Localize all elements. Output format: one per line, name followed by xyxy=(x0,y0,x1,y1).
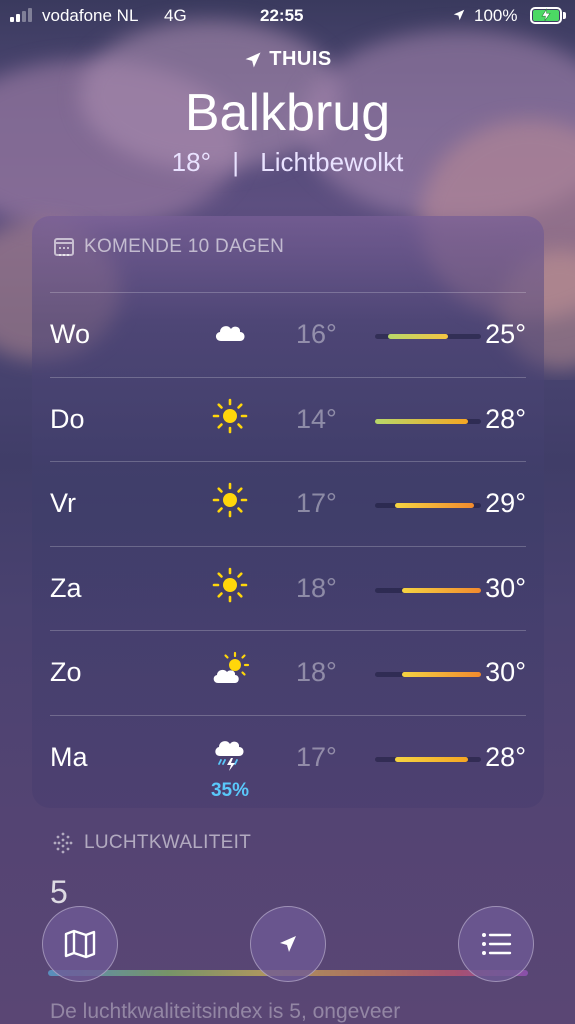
forecast-row[interactable]: Ma 35% 17° 28° xyxy=(50,714,526,801)
precipitation-chance: 35% xyxy=(210,779,250,801)
forecast-high: 28° xyxy=(485,403,526,434)
thunderstorm-icon xyxy=(210,734,250,774)
forecast-row[interactable]: Vr 17° 29° xyxy=(50,461,526,545)
temperature-range-track xyxy=(375,334,481,339)
forecast-low: 16° xyxy=(296,319,337,349)
forecast-row[interactable]: Do 14° 28° xyxy=(50,376,526,461)
forecast-day: Ma xyxy=(50,741,88,772)
current-condition-text: Lichtbewolkt xyxy=(260,147,404,177)
location-label-row: THUIS xyxy=(0,48,575,71)
status-time: 22:55 xyxy=(260,6,304,25)
air-quality-title: LUCHTKWALITEIT xyxy=(84,832,252,853)
forecast-row[interactable]: Zo 18° 30° xyxy=(50,630,526,714)
location-arrow-icon xyxy=(245,52,261,67)
temperature-range-bar xyxy=(401,672,481,677)
forecast-low: 17° xyxy=(296,488,337,518)
network-type: 4G xyxy=(164,6,187,25)
forecast-day: Zo xyxy=(50,657,82,687)
forecast-day: Do xyxy=(50,403,85,434)
calendar-icon xyxy=(54,238,74,256)
forecast-day: Wo xyxy=(50,319,91,349)
air-quality-icon xyxy=(53,832,73,854)
location-header: THUIS Balkbrug 18° | Lichtbewolkt xyxy=(0,48,575,178)
forecast-panel-title: KOMENDE 10 DAGEN xyxy=(84,236,285,257)
status-bar: vodafone NL 4G 22:55 100% xyxy=(0,0,575,34)
map-button[interactable] xyxy=(42,906,118,982)
forecast-low: 18° xyxy=(296,657,337,687)
sun-icon xyxy=(210,565,250,605)
temperature-range-bar xyxy=(394,756,468,762)
sun-icon xyxy=(210,396,250,436)
carrier-name: vodafone NL xyxy=(42,6,139,25)
temperature-range-track xyxy=(375,756,481,762)
partly-cloudy-icon xyxy=(210,649,250,689)
city-name: Balkbrug xyxy=(184,84,391,142)
temperature-range-track xyxy=(375,503,481,508)
forecast-panel-header: KOMENDE 10 DAGEN xyxy=(54,236,284,258)
forecast-high: 30° xyxy=(485,657,526,687)
temperature-range-bar xyxy=(375,418,468,424)
air-quality-header: LUCHTKWALITEIT xyxy=(52,832,251,854)
conditions-separator: | xyxy=(232,147,239,177)
temperature-range-bar xyxy=(401,587,481,593)
current-conditions: 18° | Lichtbewolkt xyxy=(0,147,575,178)
forecast-high: 25° xyxy=(485,319,526,349)
ten-day-forecast-panel[interactable]: KOMENDE 10 DAGEN Wo 16° 25° Do 14° 28° Vr 17° 29… xyxy=(32,216,544,808)
forecast-low: 17° xyxy=(296,741,337,772)
forecast-low: 18° xyxy=(296,572,337,603)
charging-bolt-icon xyxy=(541,8,551,21)
list-icon xyxy=(482,933,512,955)
forecast-low: 14° xyxy=(296,403,337,434)
temperature-range-bar xyxy=(394,503,475,508)
forecast-high: 28° xyxy=(485,741,526,772)
location-label: THUIS xyxy=(269,48,332,70)
location-services-icon xyxy=(453,9,465,21)
forecast-high: 30° xyxy=(485,572,526,603)
cloud-icon xyxy=(210,311,250,351)
forecast-day: Vr xyxy=(50,488,76,518)
temperature-range-bar xyxy=(388,334,448,339)
location-arrow-icon xyxy=(280,936,296,952)
battery-percentage: 100% xyxy=(474,6,518,25)
location-list-button[interactable] xyxy=(458,906,534,982)
temperature-range-track xyxy=(375,672,481,677)
air-quality-value: 5 xyxy=(50,874,68,910)
map-icon xyxy=(64,929,96,959)
forecast-row[interactable]: Wo 16° 25° xyxy=(50,292,526,376)
signal-strength-icon xyxy=(10,8,36,22)
air-quality-description: De luchtkwaliteitsindex is 5, ongeveer xyxy=(50,1000,401,1023)
forecast-high: 29° xyxy=(485,488,526,518)
temperature-range-track xyxy=(375,418,481,424)
temperature-range-track xyxy=(375,587,481,593)
current-location-button[interactable] xyxy=(250,906,326,982)
sun-icon xyxy=(210,480,250,520)
forecast-row[interactable]: Za 18° 30° xyxy=(50,545,526,630)
current-temperature: 18° xyxy=(171,147,211,177)
forecast-day: Za xyxy=(50,572,82,603)
battery-icon xyxy=(530,7,562,24)
